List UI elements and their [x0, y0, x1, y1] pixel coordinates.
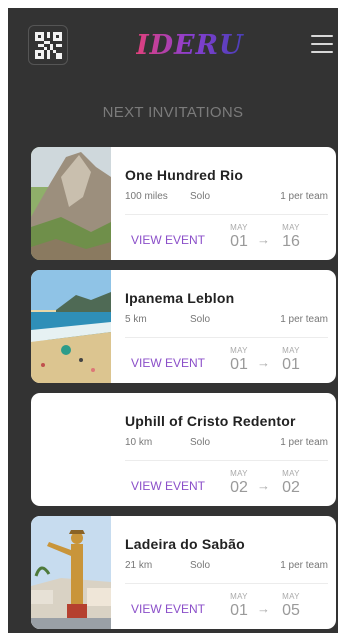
event-distance: 5 km — [125, 314, 147, 325]
start-month: MAY — [230, 592, 248, 601]
divider — [125, 583, 328, 584]
start-day: 01 — [230, 602, 248, 619]
event-card[interactable]: Uphill of Cristo Redentor 10 km Solo 1 p… — [31, 393, 336, 506]
view-event-button[interactable]: VIEW EVENT — [131, 233, 205, 247]
start-date: MAY 02 — [225, 469, 253, 497]
divider — [125, 460, 328, 461]
event-card[interactable]: One Hundred Rio 100 miles Solo 1 per tea… — [31, 147, 336, 260]
end-date: MAY 05 — [277, 592, 305, 620]
end-day: 01 — [282, 356, 300, 373]
event-distance: 21 km — [125, 560, 153, 571]
view-event-button[interactable]: VIEW EVENT — [131, 356, 205, 370]
event-mode: Solo — [190, 191, 211, 202]
start-day: 01 — [230, 356, 248, 373]
hamburger-menu-icon[interactable] — [311, 35, 333, 55]
end-month: MAY — [282, 346, 300, 355]
event-card-body: Uphill of Cristo Redentor 10 km Solo 1 p… — [125, 393, 328, 506]
event-mode: Solo — [190, 314, 211, 325]
end-day: 16 — [282, 233, 300, 250]
event-image-beach — [31, 270, 111, 383]
start-month: MAY — [230, 469, 248, 478]
arrow-right-icon: → — [257, 478, 270, 493]
end-month: MAY — [282, 223, 300, 232]
view-event-button[interactable]: VIEW EVENT — [131, 602, 205, 616]
app-logo: IDERU — [136, 30, 244, 61]
event-title: Ladeira do Sabão — [125, 536, 245, 552]
section-title: NEXT INVITATIONS — [102, 104, 244, 121]
start-date: MAY 01 — [225, 346, 253, 374]
arrow-right-icon: → — [257, 355, 270, 370]
end-date: MAY 16 — [277, 223, 305, 251]
end-day: 02 — [282, 479, 300, 496]
start-day: 02 — [230, 479, 248, 496]
event-card-body: One Hundred Rio 100 miles Solo 1 per tea… — [125, 147, 328, 260]
start-month: MAY — [230, 346, 248, 355]
qr-code-button[interactable] — [28, 25, 68, 65]
divider — [125, 337, 328, 338]
divider — [125, 214, 328, 215]
event-distance: 10 km — [125, 437, 153, 448]
end-month: MAY — [282, 469, 300, 478]
event-team-size: 1 per team — [280, 191, 328, 202]
event-card-body: Ipanema Leblon 5 km Solo 1 per team VIEW… — [125, 270, 328, 383]
event-title: One Hundred Rio — [125, 167, 244, 183]
app-header: IDERU — [8, 8, 338, 88]
event-image-statue — [31, 516, 111, 629]
event-team-size: 1 per team — [280, 560, 328, 571]
end-month: MAY — [282, 592, 300, 601]
event-team-size: 1 per team — [280, 437, 328, 448]
app-screen: IDERU NEXT INVITATIONS One Hundred Rio 1… — [8, 8, 338, 633]
event-title: Uphill of Cristo Redentor — [125, 413, 296, 429]
event-card-body: Ladeira do Sabão 21 km Solo 1 per team V… — [125, 516, 328, 629]
view-event-button[interactable]: VIEW EVENT — [131, 479, 205, 493]
start-day: 01 — [230, 233, 248, 250]
event-distance: 100 miles — [125, 191, 168, 202]
event-team-size: 1 per team — [280, 314, 328, 325]
end-date: MAY 02 — [277, 469, 305, 497]
arrow-right-icon: → — [257, 232, 270, 247]
start-date: MAY 01 — [225, 592, 253, 620]
event-mode: Solo — [190, 437, 211, 448]
end-day: 05 — [282, 602, 300, 619]
qr-code-icon — [35, 32, 62, 59]
event-card[interactable]: Ladeira do Sabão 21 km Solo 1 per team V… — [31, 516, 336, 629]
start-date: MAY 01 — [225, 223, 253, 251]
start-month: MAY — [230, 223, 248, 232]
end-date: MAY 01 — [277, 346, 305, 374]
event-card[interactable]: Ipanema Leblon 5 km Solo 1 per team VIEW… — [31, 270, 336, 383]
event-mode: Solo — [190, 560, 211, 571]
arrow-right-icon: → — [257, 601, 270, 616]
event-image-mountain — [31, 147, 111, 260]
event-title: Ipanema Leblon — [125, 290, 235, 306]
